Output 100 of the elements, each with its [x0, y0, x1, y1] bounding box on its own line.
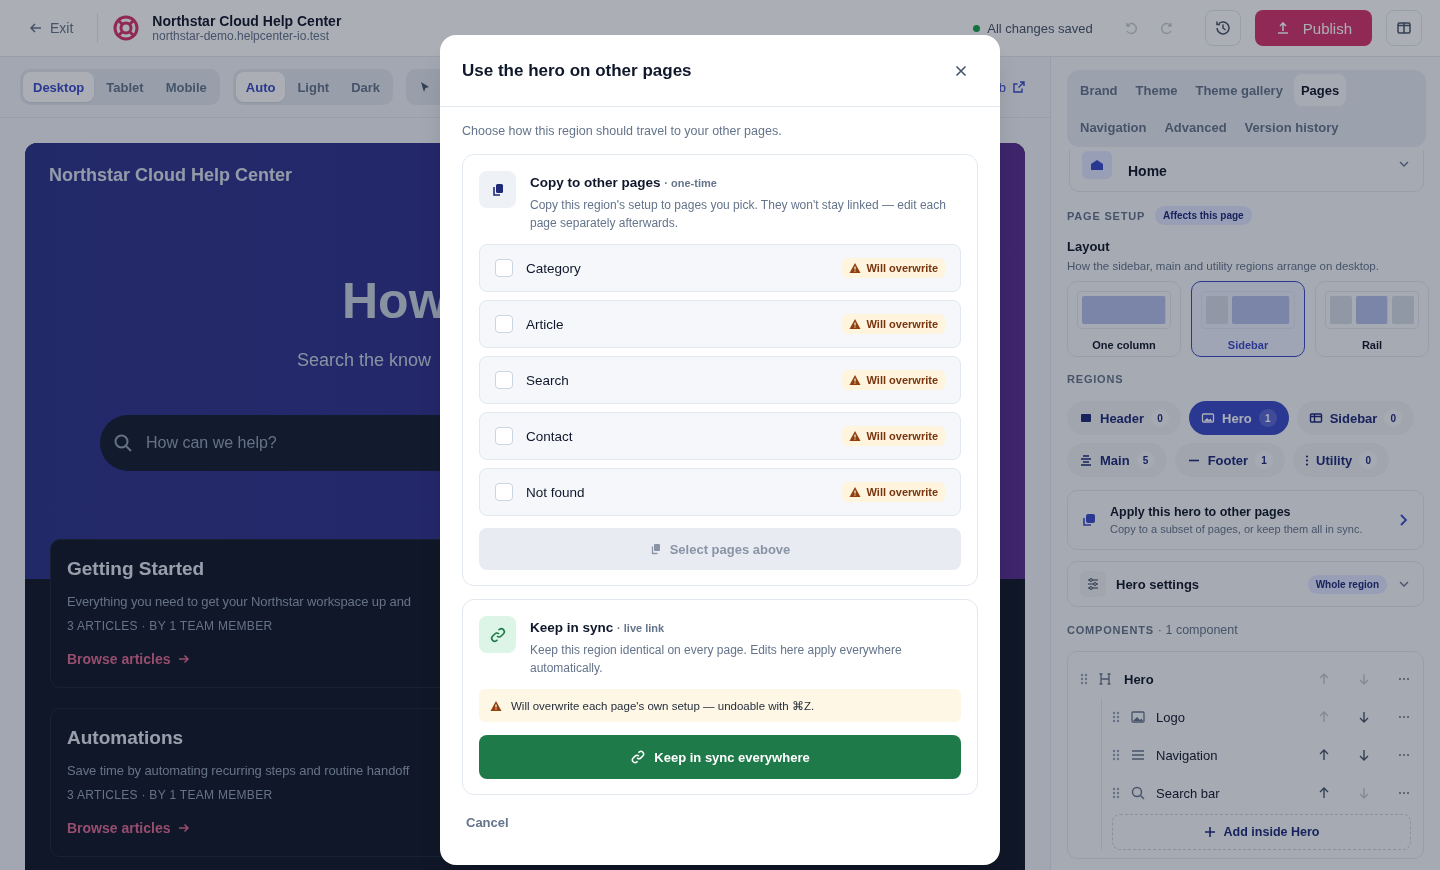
browse-articles-link[interactable]: Browse articles	[67, 820, 191, 836]
page-name: Category	[526, 260, 582, 276]
region-chip[interactable]: Utility 0	[1293, 443, 1390, 477]
component-name[interactable]: Navigation	[1156, 747, 1307, 763]
layout-thumbnail-icon	[1325, 291, 1419, 329]
publish-button[interactable]: Publish	[1254, 10, 1372, 46]
color-mode-tab[interactable]: Auto	[235, 72, 286, 102]
site-domain: northstar-demo.helpcenter-io.test	[152, 29, 331, 43]
dots-icon	[1305, 454, 1310, 466]
layout-option[interactable]: Sidebar	[1191, 281, 1305, 357]
live-site-link[interactable]: b	[998, 79, 1026, 95]
checkbox[interactable]	[495, 315, 513, 333]
hero-settings-title: Hero settings	[1116, 576, 1201, 592]
device-tab[interactable]: Tablet	[96, 72, 154, 102]
warning-icon	[848, 486, 861, 498]
section-label: REGIONS	[1067, 373, 1124, 385]
overwrite-badge: Will overwrite	[841, 426, 945, 446]
page-option-row[interactable]: Category Will overwrite	[479, 244, 961, 292]
page-name: Not found	[526, 484, 586, 500]
hero-settings-card[interactable]: Hero settings Whole region	[1067, 561, 1424, 607]
component-name[interactable]: Hero	[1124, 671, 1307, 687]
component-count: · 1 component	[1157, 623, 1238, 637]
dialog-intro: Choose how this region should travel to your other pages.	[462, 124, 783, 138]
category-description: Save time by automating recurring steps and routine handoff	[67, 763, 410, 778]
layout-option[interactable]: One column	[1067, 281, 1181, 357]
sliders-icon	[1080, 571, 1106, 597]
category-meta: 3 ARTICLES · BY 1 TEAM MEMBER	[67, 619, 273, 633]
checkbox[interactable]	[495, 427, 513, 445]
settings-tab[interactable]: Pages	[1293, 74, 1347, 106]
component-name[interactable]: Logo	[1156, 709, 1307, 725]
region-chip[interactable]: Main 5	[1067, 443, 1167, 477]
lines-icon	[1079, 453, 1093, 467]
site-title: Northstar Cloud Help Center	[152, 13, 342, 29]
page-option-row[interactable]: Article Will overwrite	[479, 300, 961, 348]
layout-option[interactable]: Rail	[1315, 281, 1429, 357]
image-icon	[1201, 411, 1216, 425]
move-down-icon[interactable]	[1357, 710, 1371, 724]
category-description: Everything you need to get your Northstar workspace up and	[67, 594, 411, 609]
page-option-row[interactable]: Search Will overwrite	[479, 356, 961, 404]
cancel-link[interactable]: Cancel	[466, 815, 509, 830]
copy-icon	[479, 171, 516, 208]
settings-tab[interactable]: Theme gallery	[1188, 74, 1290, 106]
page-select[interactable]: Home	[1069, 150, 1424, 192]
page-option-row[interactable]: Contact Will overwrite	[479, 412, 961, 460]
arrow-right-icon	[176, 652, 191, 666]
option-title: Copy to other pages · one-time	[530, 175, 718, 190]
region-chip[interactable]: Sidebar 0	[1296, 401, 1415, 435]
add-component-button[interactable]: Add inside Hero	[1112, 814, 1411, 850]
external-link-icon	[1012, 80, 1026, 94]
link-icon	[479, 616, 516, 653]
keep-in-sync-button[interactable]: Keep in sync everywhere	[479, 735, 961, 779]
layout-thumbnail-icon	[1201, 291, 1295, 329]
checkbox[interactable]	[495, 371, 513, 389]
category-meta: 3 ARTICLES · BY 1 TEAM MEMBER	[67, 788, 273, 802]
color-mode-tab[interactable]: Dark	[341, 72, 391, 102]
settings-tab[interactable]: Brand	[1073, 74, 1125, 106]
warning-icon	[848, 262, 861, 274]
apply-to-pages-card[interactable]: Apply this hero to other pages Copy to a subset of pages, or keep them all in sync.	[1067, 490, 1424, 550]
layout-thumbnail-icon	[1077, 291, 1171, 329]
drag-handle-icon[interactable]	[1112, 749, 1120, 761]
preview-site-title: Northstar Cloud Help Center	[49, 165, 293, 186]
search-icon	[113, 433, 133, 453]
section-label: PAGE SETUP	[1067, 209, 1146, 222]
heading-icon	[1098, 671, 1114, 687]
dialog-title: Use the hero on other pages	[462, 60, 692, 81]
overwrite-badge: Will overwrite	[841, 258, 945, 278]
exit-link[interactable]: Exit	[28, 20, 74, 36]
panel-toggle-button[interactable]	[1386, 10, 1422, 46]
page-name: Article	[526, 316, 565, 332]
drag-handle-icon[interactable]	[1112, 787, 1120, 799]
drag-handle-icon[interactable]	[1080, 673, 1088, 685]
copy-icon	[649, 543, 662, 555]
settings-tab[interactable]: Advanced	[1157, 111, 1234, 143]
device-tab[interactable]: Desktop	[23, 72, 95, 102]
header-layout-icon	[1079, 411, 1093, 425]
move-down-icon[interactable]	[1357, 748, 1371, 762]
category-title: Automations	[67, 727, 184, 749]
move-up-icon[interactable]	[1317, 748, 1331, 762]
settings-tab[interactable]: Navigation	[1073, 111, 1154, 143]
region-chip[interactable]: Hero 1	[1189, 401, 1289, 435]
component-name[interactable]: Search bar	[1156, 785, 1307, 801]
search-icon	[1130, 785, 1146, 801]
page-name: Contact	[526, 428, 574, 444]
warning-icon	[490, 699, 502, 712]
device-tab[interactable]: Mobile	[155, 72, 217, 102]
history-button[interactable]	[1204, 10, 1241, 46]
browse-articles-link[interactable]: Browse articles	[67, 651, 191, 667]
warning-icon	[848, 318, 861, 330]
checkbox[interactable]	[495, 259, 513, 277]
drag-handle-icon[interactable]	[1112, 711, 1120, 723]
settings-tab[interactable]: Theme	[1128, 74, 1185, 106]
move-up-icon[interactable]	[1317, 786, 1331, 800]
columns-icon	[1395, 19, 1413, 37]
category-title: Getting Started	[67, 558, 205, 580]
region-chip[interactable]: Header 0	[1067, 401, 1182, 435]
checkbox[interactable]	[495, 483, 513, 501]
page-option-row[interactable]: Not found Will overwrite	[479, 468, 961, 516]
region-chip[interactable]: Footer 1	[1174, 443, 1286, 477]
color-mode-tab[interactable]: Light	[287, 72, 340, 102]
settings-tab[interactable]: Version history	[1237, 111, 1346, 143]
